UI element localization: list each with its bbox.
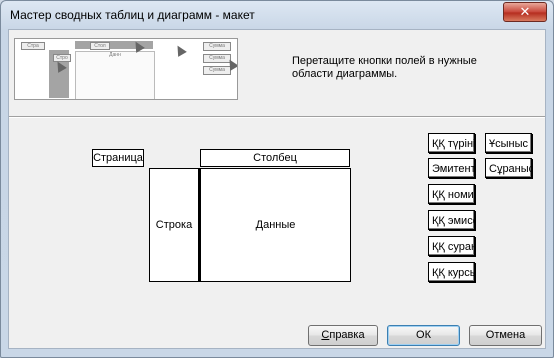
instructions-text: Перетащите кнопки полей в нужные области… <box>292 55 477 80</box>
dialog-client: Стра Стро Стол Данн Сумма Сумма Сумма Пе… <box>8 29 546 349</box>
field-button-issuer[interactable]: Эмитент <box>428 158 475 178</box>
data-drop-area[interactable]: Данные <box>199 168 351 282</box>
separator <box>9 116 545 118</box>
close-icon: ✕ <box>519 4 531 20</box>
wizard-window: Мастер сводных таблиц и диаграмм - макет… <box>0 0 554 358</box>
preview-side-chip: Сумма <box>203 42 231 51</box>
window-title: Мастер сводных таблиц и диаграмм - макет <box>10 8 255 22</box>
preview-data-area: Данн <box>75 51 155 99</box>
cancel-button[interactable]: Отмена <box>469 325 542 346</box>
data-area-label: Данные <box>255 219 296 231</box>
field-button-type[interactable]: ҚҚ түріні <box>428 133 475 153</box>
close-button[interactable]: ✕ <box>503 2 547 22</box>
page-drop-area[interactable]: Страница <box>92 149 144 167</box>
layout-preview-image: Стра Стро Стол Данн Сумма Сумма Сумма <box>14 38 238 100</box>
field-button-rate[interactable]: ҚҚ курсы <box>428 262 475 282</box>
row-area-label: Строка <box>155 219 193 231</box>
preview-chip-page: Стра <box>21 42 45 50</box>
field-button-offer[interactable]: Ұсыныс <box>485 133 532 153</box>
help-button-label: правка <box>329 329 365 341</box>
help-button[interactable]: Справка <box>308 325 378 346</box>
preview-chip-column: Стол <box>90 42 110 50</box>
preview-pointer-icon <box>173 43 187 57</box>
ok-button[interactable]: ОК <box>387 325 460 346</box>
field-button-request[interactable]: ҚҚ сурана <box>428 236 475 256</box>
field-button-nominal[interactable]: ҚҚ номин <box>428 184 475 204</box>
field-button-demand[interactable]: Сұраныс <box>485 158 532 178</box>
preview-side-chip: Сумма <box>203 66 231 75</box>
row-drop-area[interactable]: Строка <box>149 168 199 282</box>
column-drop-area[interactable]: Столбец <box>200 149 350 167</box>
field-button-emission[interactable]: ҚҚ эмисс <box>428 210 475 230</box>
title-bar: Мастер сводных таблиц и диаграмм - макет… <box>1 1 553 29</box>
